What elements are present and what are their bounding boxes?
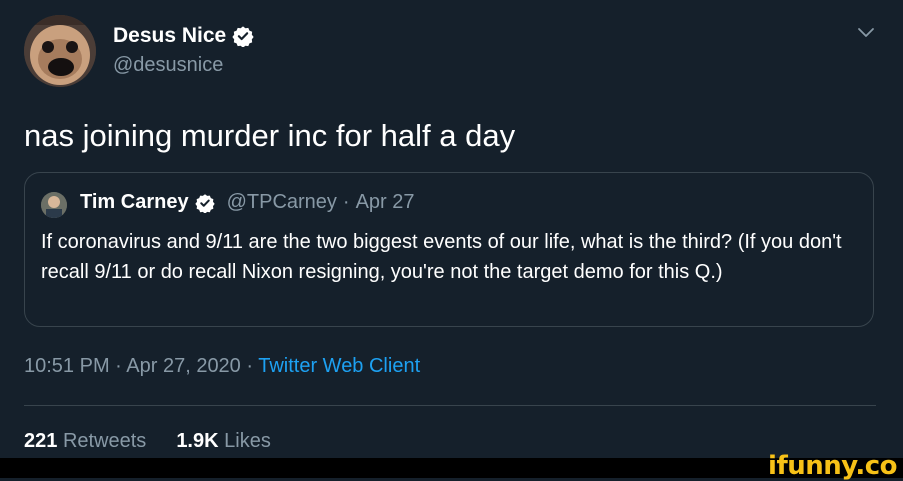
verified-badge-icon (194, 193, 215, 214)
likes-count: 1.9K (176, 430, 219, 452)
tweet-timestamp[interactable]: 10:51 PM · Apr 27, 2020 · (24, 355, 258, 377)
author-name[interactable]: Desus Nice (113, 24, 226, 48)
quoted-separator: · (342, 191, 350, 213)
quoted-author-name[interactable]: Tim Carney (80, 191, 189, 214)
quoted-author-avatar[interactable] (41, 192, 67, 218)
tweet-text: nas joining murder inc for half a day (24, 118, 516, 153)
quoted-text: If coronavirus and 9/11 are the two bigg… (41, 231, 842, 283)
quoted-date[interactable]: Apr 27 (356, 191, 415, 214)
author-avatar[interactable] (24, 15, 96, 87)
ifunny-watermark: ifunny.co (768, 451, 897, 481)
likes-label: Likes (224, 430, 271, 452)
retweets-label: Retweets (62, 430, 147, 452)
retweets-count: 221 (24, 430, 58, 452)
divider (24, 405, 876, 406)
chevron-down-icon[interactable] (856, 26, 876, 40)
tweet-client-link[interactable]: Twitter Web Client (258, 355, 420, 377)
quoted-author-handle[interactable]: @TPCarney (227, 191, 337, 214)
tweet-card: Desus Nice @desusnice nas joining murder… (0, 0, 903, 458)
retweets-stat[interactable]: 221 Retweets (24, 430, 146, 453)
verified-badge-icon (232, 25, 254, 48)
likes-stat[interactable]: 1.9K Likes (176, 430, 271, 453)
author-handle[interactable]: @desusnice (113, 54, 223, 77)
author-name-row[interactable]: Desus Nice (113, 24, 254, 48)
tweet-timestamp-row: 10:51 PM · Apr 27, 2020 · Twitter Web Cl… (24, 355, 420, 378)
quoted-header: Tim Carney @TPCarney · Apr 27 (80, 191, 415, 214)
quoted-tweet[interactable]: Tim Carney @TPCarney · Apr 27 If coronav… (24, 172, 874, 327)
tweet-stats: 221 Retweets 1.9K Likes (24, 430, 271, 453)
